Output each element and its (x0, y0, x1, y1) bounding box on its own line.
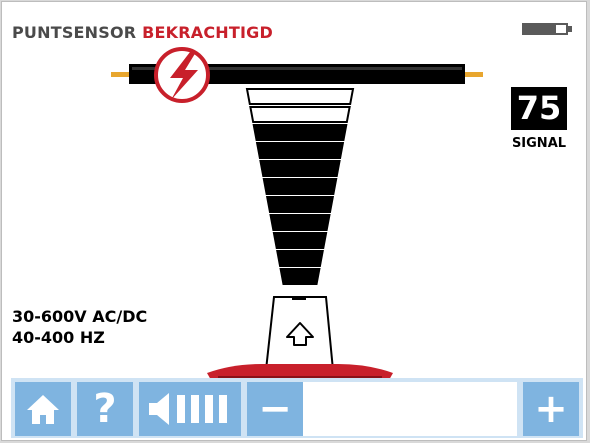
device-screen: PUNTSENSOR BEKRACHTIGD 75 SIGNAL 30-600V… (1, 1, 587, 441)
bottom-toolbar: ? − + (11, 378, 583, 438)
signal-bar-filled (279, 268, 321, 285)
signal-bar-empty (245, 88, 355, 105)
home-button[interactable] (15, 382, 71, 436)
signal-bar-filled (259, 160, 341, 177)
signal-bar-empty (249, 106, 351, 123)
help-icon: ? (93, 386, 117, 432)
signal-label: SIGNAL (511, 136, 567, 151)
signal-bar-filled (265, 196, 335, 213)
minus-icon: − (258, 386, 292, 432)
signal-funnel (245, 88, 355, 285)
signal-bar-filled (269, 214, 331, 231)
home-icon (27, 395, 59, 424)
probe-graphic (207, 296, 393, 380)
signal-bar-filled (276, 250, 324, 267)
volume-icon (149, 393, 227, 425)
lightning-icon (154, 47, 210, 103)
volume-button[interactable] (139, 382, 241, 436)
help-button[interactable]: ? (77, 382, 133, 436)
plus-button[interactable]: + (523, 382, 579, 436)
frequency-range: 40-400 HZ (12, 328, 105, 347)
voltage-range: 30-600V AC/DC (12, 307, 148, 326)
signal-bar-filled (272, 232, 328, 249)
plus-icon: + (534, 386, 568, 432)
signal-value: 75 (511, 87, 567, 130)
specs-block: 30-600V AC/DC 40-400 HZ (12, 306, 147, 348)
minus-button[interactable]: − (247, 382, 303, 436)
signal-bar-filled (262, 178, 338, 195)
signal-bar-filled (255, 142, 345, 159)
signal-bar-filled (252, 124, 348, 141)
volume-level-field (303, 382, 517, 436)
